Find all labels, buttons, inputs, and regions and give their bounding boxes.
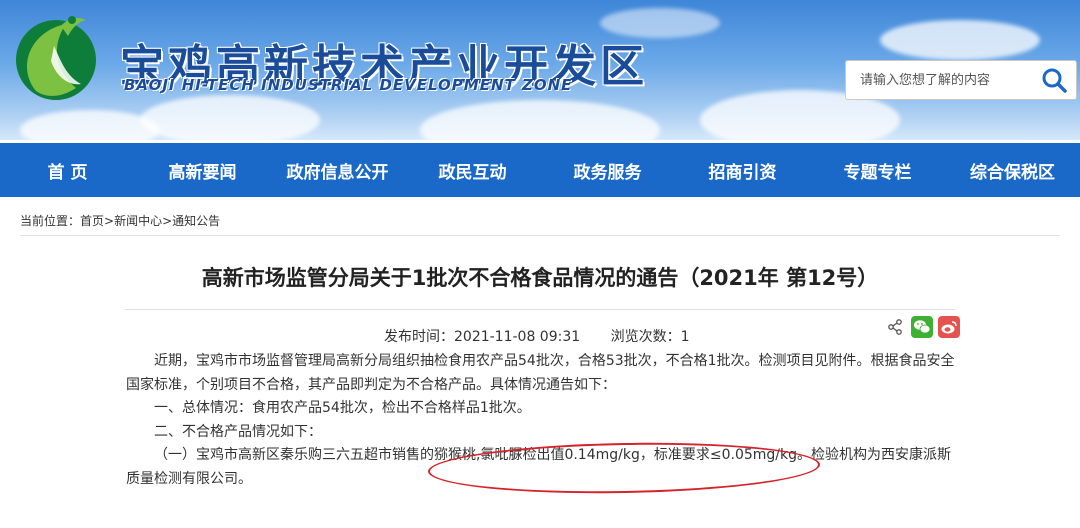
share-button[interactable] — [884, 316, 906, 338]
main-nav: 首 页 高新要闻 政府信息公开 政民互动 政务服务 招商引资 专题专栏 综合保税… — [0, 143, 1080, 197]
site-subtitle: BAOJI HI-TECH INDUSTRIAL DEVELOPMENT ZON… — [124, 76, 573, 94]
meta-divider — [125, 309, 955, 310]
article-paragraph: 一、总体情况：食用农产品54批次，检出不合格样品1批次。 — [154, 400, 531, 416]
views-count: 1 — [680, 329, 690, 345]
search-icon — [1042, 68, 1067, 93]
nav-item-investment[interactable]: 招商引资 — [675, 158, 810, 183]
views-label: 浏览次数： — [610, 329, 681, 345]
cloud-decoration — [420, 100, 660, 140]
breadcrumb: 当前位置：首页>新闻中心>通知公告 — [20, 212, 1060, 236]
article-paragraph: 二、不合格产品情况如下： — [154, 423, 322, 440]
cloud-decoration — [140, 95, 320, 140]
header-banner: 宝鸡高新技术产业开发区 BAOJI HI-TECH INDUSTRIAL DEV… — [0, 0, 1080, 140]
article-paragraph: 近期，宝鸡市市场监督管理局高新分局组织抽检食用农产品54批次，合格53批次，不合… — [126, 353, 955, 393]
nav-item-interaction[interactable]: 政民互动 — [405, 158, 540, 183]
nav-item-gov-info[interactable]: 政府信息公开 — [270, 158, 405, 183]
nav-item-home[interactable]: 首 页 — [0, 158, 135, 183]
publish-label: 发布时间： — [384, 329, 454, 345]
nav-item-news[interactable]: 高新要闻 — [135, 158, 270, 183]
share-icon — [888, 319, 902, 335]
breadcrumb-separator: > — [104, 214, 115, 228]
breadcrumb-notices[interactable]: 通知公告 — [172, 214, 220, 228]
share-bar — [884, 316, 960, 338]
article-body: 近期，宝鸡市市场监督管理局高新分局组织抽检食用农产品54批次，合格53批次，不合… — [126, 350, 956, 491]
breadcrumb-news-center[interactable]: 新闻中心 — [114, 214, 162, 228]
nav-item-bonded-zone[interactable]: 综合保税区 — [945, 158, 1080, 183]
search-input[interactable] — [846, 61, 1032, 99]
publish-time: 2021-11-08 09:31 — [454, 329, 581, 345]
breadcrumb-prefix: 当前位置： — [20, 214, 81, 228]
nav-item-services[interactable]: 政务服务 — [540, 158, 675, 183]
wechat-share-button[interactable] — [911, 316, 933, 338]
breadcrumb-separator: > — [162, 214, 173, 228]
search-button[interactable] — [1032, 61, 1076, 99]
article-title: 高新市场监管分局关于1批次不合格食品情况的通告（2021年 第12号） — [201, 266, 879, 290]
weibo-share-button[interactable] — [938, 316, 960, 338]
cloud-decoration — [20, 110, 160, 140]
cloud-decoration — [880, 20, 1040, 60]
article-paragraph: （一）宝鸡市高新区秦乐购三六五超市销售的猕猴桃,氯吡脲检出值0.14mg/kg，… — [126, 447, 951, 487]
weibo-icon — [941, 321, 957, 334]
wechat-icon — [914, 320, 931, 334]
nav-item-topics[interactable]: 专题专栏 — [810, 158, 945, 183]
article-meta: 发布时间：2021-11-08 09:31 浏览次数：1 — [384, 326, 690, 346]
breadcrumb-home[interactable]: 首页 — [80, 214, 104, 228]
logo-icon[interactable] — [6, 6, 106, 106]
search-box — [845, 60, 1077, 100]
